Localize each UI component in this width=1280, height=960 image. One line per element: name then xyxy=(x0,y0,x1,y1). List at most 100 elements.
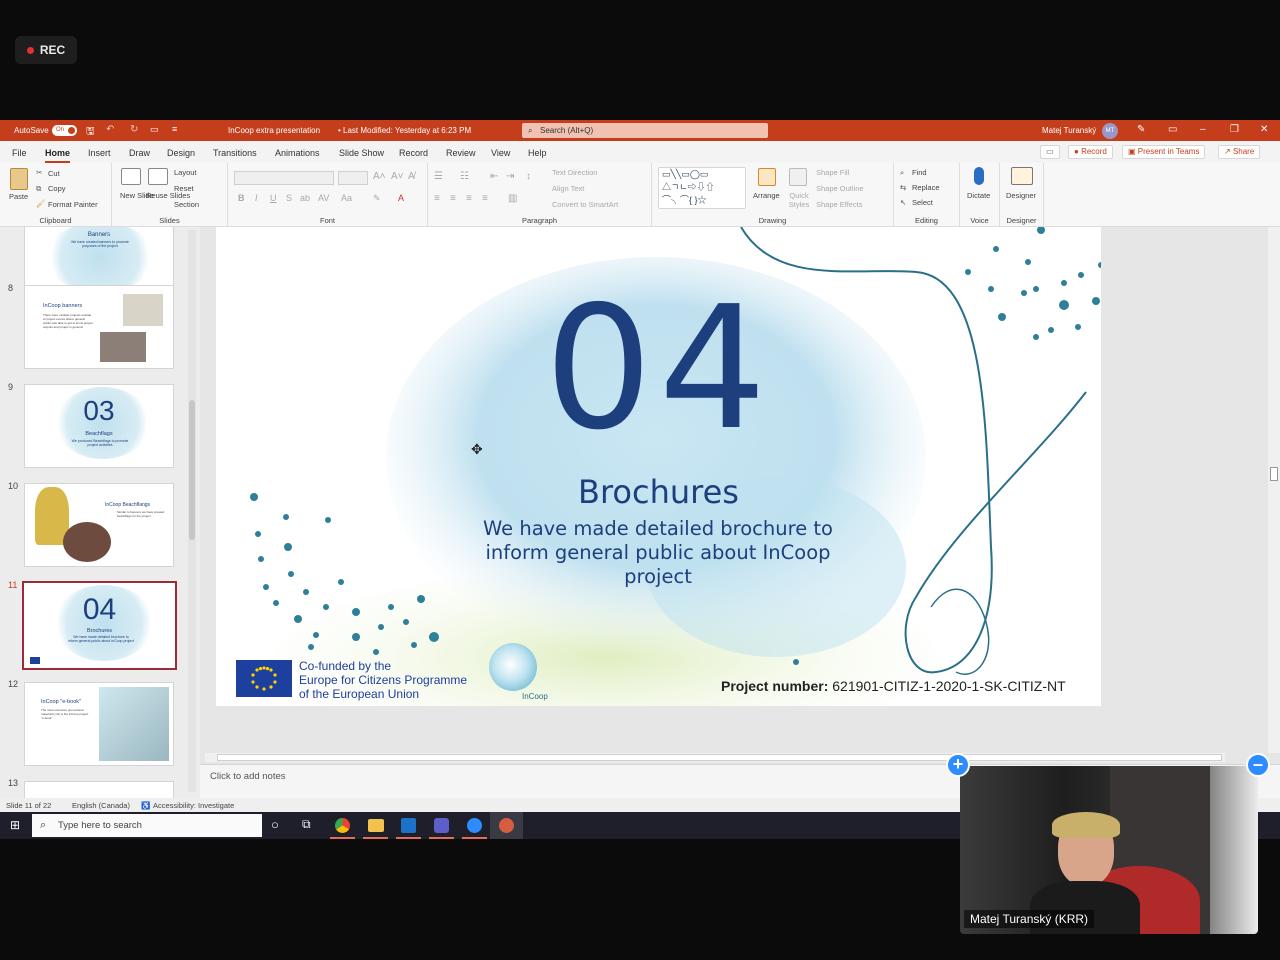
scrollbar-thumb[interactable] xyxy=(189,400,195,540)
arrange-icon[interactable] xyxy=(758,168,776,186)
autosave-toggle[interactable]: On xyxy=(52,125,77,136)
shadow-icon[interactable]: S xyxy=(286,193,292,203)
columns-icon[interactable]: ▥ xyxy=(508,193,517,204)
thumbnails-scrollbar[interactable] xyxy=(188,230,196,792)
accessibility-status[interactable]: Accessibility: Investigate xyxy=(153,801,234,810)
slide-title[interactable]: Brochures xyxy=(216,473,1101,511)
layout-button[interactable]: Layout xyxy=(174,168,197,177)
tab-review[interactable]: Review xyxy=(446,148,476,158)
slide-thumbnail[interactable]: InCoop Beachflangs Similar to banners we… xyxy=(24,483,174,567)
tab-slide-show[interactable]: Slide Show xyxy=(339,148,384,158)
italic-icon[interactable]: I xyxy=(255,193,258,203)
restore-icon[interactable]: ❐ xyxy=(1230,124,1239,135)
align-left-icon[interactable]: ≡ xyxy=(434,193,440,204)
tab-insert[interactable]: Insert xyxy=(88,148,111,158)
decrease-indent-icon[interactable]: ⇤ xyxy=(490,171,498,182)
present-icon[interactable]: ▭ xyxy=(150,124,159,135)
vertical-scrollbar[interactable] xyxy=(1268,227,1280,753)
present-in-teams-button[interactable]: ▣ Present in Teams xyxy=(1122,145,1206,159)
tab-view[interactable]: View xyxy=(491,148,510,158)
close-icon[interactable]: ✕ xyxy=(1260,124,1268,135)
tab-help[interactable]: Help xyxy=(528,148,547,158)
user-name[interactable]: Matej Turanský xyxy=(1042,126,1096,135)
teams-icon[interactable] xyxy=(434,818,449,833)
notes-placeholder[interactable]: Click to add notes xyxy=(210,771,286,782)
minimize-icon[interactable]: – xyxy=(1200,124,1206,135)
shape-fill-button[interactable]: Shape Fill xyxy=(816,168,849,177)
slide-section-number[interactable]: 04 xyxy=(216,279,1101,459)
avatar[interactable]: MT xyxy=(1102,123,1118,139)
slide-thumbnail-selected[interactable]: 04 Brochures We have made detailed broch… xyxy=(22,581,177,670)
scrollbar-thumb[interactable] xyxy=(217,754,1222,761)
tab-draw[interactable]: Draw xyxy=(129,148,150,158)
strikethrough-icon[interactable]: ab xyxy=(300,193,310,203)
slide-thumbnail[interactable]: InCoop banners There were multiple proje… xyxy=(24,285,174,369)
scrollbar-thumb[interactable] xyxy=(1270,467,1278,481)
slide-thumbnail[interactable]: InCoop "e-book" The most extensive promo… xyxy=(24,682,174,766)
slide-canvas[interactable]: 04 Brochures We have made detailed broch… xyxy=(216,227,1101,706)
increase-indent-icon[interactable]: ⇥ xyxy=(506,171,514,182)
format-painter-button[interactable]: Format Painter xyxy=(48,200,98,209)
text-direction-button[interactable]: Text Direction xyxy=(552,168,597,177)
numbering-icon[interactable]: ☷ xyxy=(460,171,469,182)
align-right-icon[interactable]: ≡ xyxy=(466,193,472,204)
tab-transitions[interactable]: Transitions xyxy=(213,148,257,158)
slide-thumbnail[interactable]: 03 Beachflags We produced Beachflags to … xyxy=(24,384,174,468)
document-title[interactable]: InCoop extra presentation xyxy=(228,126,320,135)
tab-animations[interactable]: Animations xyxy=(275,148,320,158)
line-spacing-icon[interactable]: ↕ xyxy=(526,171,531,182)
convert-smartart-button[interactable]: Convert to SmartArt xyxy=(552,200,618,209)
participant-video[interactable]: Matej Turanský (KRR) xyxy=(960,766,1258,934)
font-color-icon[interactable]: A xyxy=(398,193,404,203)
find-button[interactable]: Find xyxy=(912,168,927,177)
dictate-button[interactable]: Dictate xyxy=(967,191,990,200)
shape-effects-button[interactable]: Shape Effects xyxy=(816,200,863,209)
cortana-icon[interactable]: ○ xyxy=(271,817,279,832)
bullets-icon[interactable]: ☰ xyxy=(434,171,443,182)
align-center-icon[interactable]: ≡ xyxy=(450,193,456,204)
last-modified[interactable]: • Last Modified: Yesterday at 6:23 PM xyxy=(338,126,471,135)
designer-icon[interactable] xyxy=(1011,167,1033,185)
tab-record[interactable]: Record xyxy=(399,148,428,158)
clear-formatting-icon[interactable]: A̸ xyxy=(408,171,415,182)
comments-button[interactable]: ▭ xyxy=(1040,145,1060,159)
underline-icon[interactable]: U xyxy=(270,193,277,203)
zoom-icon[interactable] xyxy=(467,818,482,833)
horizontal-scrollbar[interactable] xyxy=(205,753,1225,762)
reuse-slides-icon[interactable] xyxy=(148,168,168,185)
project-number[interactable]: Project number: 621901-CITIZ-1-2020-1-SK… xyxy=(721,678,1066,694)
font-size-dropdown[interactable] xyxy=(338,171,368,185)
slide-thumbnail[interactable] xyxy=(24,781,174,798)
bold-icon[interactable]: B xyxy=(238,193,245,203)
justify-icon[interactable]: ≡ xyxy=(482,193,488,204)
decrease-font-icon[interactable]: A˅ xyxy=(391,171,404,182)
tab-file[interactable]: File xyxy=(12,148,27,158)
share-button[interactable]: ↗ Share xyxy=(1218,145,1261,159)
increase-font-icon[interactable]: A˄ xyxy=(373,171,386,182)
shape-outline-button[interactable]: Shape Outline xyxy=(816,184,864,193)
save-icon[interactable]: 🖫 xyxy=(86,124,95,141)
slide-body[interactable]: We have made detailed brochure to inform… xyxy=(408,517,908,589)
font-family-dropdown[interactable] xyxy=(234,171,334,185)
select-button[interactable]: Select xyxy=(912,198,933,207)
customize-qat-icon[interactable]: ≡ xyxy=(172,124,177,134)
add-icon[interactable]: + xyxy=(946,753,970,777)
outlook-icon[interactable] xyxy=(401,818,416,833)
paste-button[interactable]: Paste xyxy=(9,192,28,201)
file-explorer-icon[interactable] xyxy=(368,819,384,832)
record-button[interactable]: ● Record xyxy=(1068,145,1113,159)
reset-button[interactable]: Reset xyxy=(174,184,194,193)
designer-button[interactable]: Designer xyxy=(1006,191,1036,200)
tab-design[interactable]: Design xyxy=(167,148,195,158)
slide-thumbnails-pane[interactable]: Banners We have created banners to promo… xyxy=(0,227,200,798)
chrome-icon[interactable] xyxy=(335,818,350,833)
highlight-icon[interactable]: ✎ xyxy=(373,193,381,204)
char-spacing-icon[interactable]: AV xyxy=(318,193,329,203)
undo-icon[interactable]: ↶ xyxy=(106,124,114,135)
redo-icon[interactable]: ↻ xyxy=(130,124,138,135)
replace-button[interactable]: Replace xyxy=(912,183,940,192)
cut-button[interactable]: Cut xyxy=(48,169,60,178)
paste-icon[interactable] xyxy=(10,168,28,190)
shapes-gallery[interactable]: ▭╲╲▭◯▭ △ㄱㄴ⇨⇩⇧ ⌒╮⌒{ }☆ xyxy=(658,167,746,209)
quick-styles-button[interactable]: Quick Styles xyxy=(785,191,813,209)
